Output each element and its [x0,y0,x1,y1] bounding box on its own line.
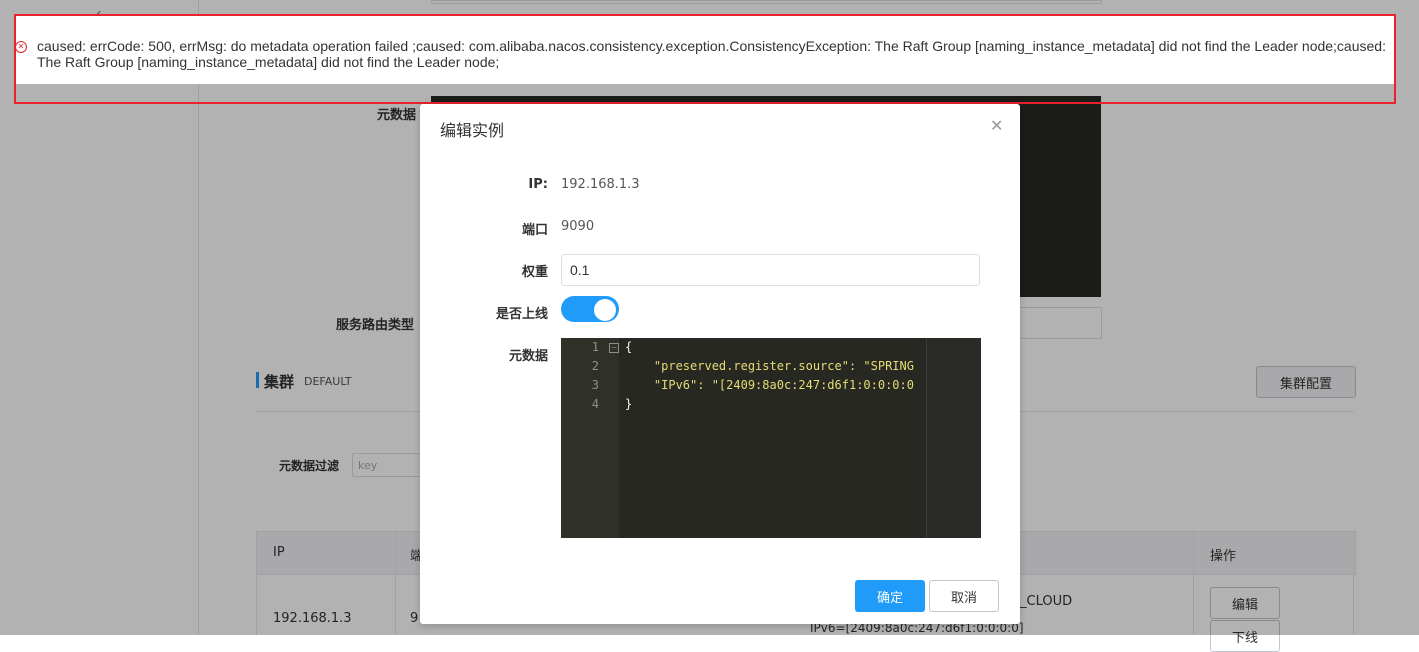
code-line: { [625,340,633,354]
ip-label: IP: [528,177,548,192]
code-line: "IPv6": "[2409:8a0c:247:d6f1:0:0:0:0 [625,378,914,392]
switch-knob[interactable] [594,299,616,321]
line-number: 2 [591,359,599,373]
weight-input[interactable]: 0.1 [561,254,980,286]
confirm-button[interactable]: 确定 [855,580,925,612]
code-line: "preserved.register.source": "SPRING [625,359,914,373]
line-number: 1 [591,340,599,354]
line-number: 4 [591,397,599,411]
port-value: 9090 [561,219,595,234]
port-label: 端口 [521,223,548,238]
fold-icon[interactable]: − [609,343,619,353]
weight-label: 权重 [521,265,548,280]
metadata-label: 元数据 [508,349,548,364]
dialog-title: 编辑实例 [440,121,505,140]
ip-value: 192.168.1.3 [561,177,640,192]
code-line: } [625,397,633,411]
editor-minimap [926,338,981,538]
editor-code-area[interactable]: { "preserved.register.source": "SPRING "… [623,338,925,538]
close-icon[interactable]: ✕ [990,116,1003,135]
cancel-button[interactable]: 取消 [929,580,999,612]
online-label: 是否上线 [495,307,548,322]
error-highlight-box [14,14,1396,104]
line-number: 3 [591,378,599,392]
